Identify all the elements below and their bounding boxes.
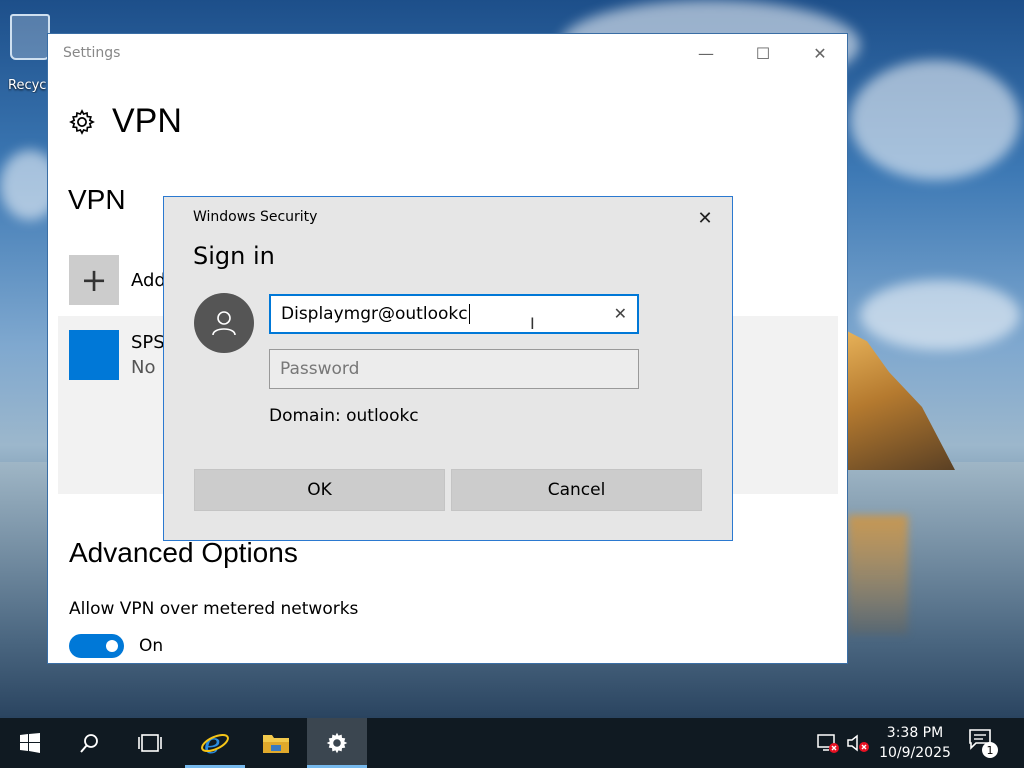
text-caret <box>468 304 470 324</box>
dialog-close-button[interactable]: ✕ <box>692 207 718 229</box>
dialog-heading: Sign in <box>193 242 275 270</box>
metered-networks-toggle[interactable] <box>69 634 124 658</box>
clear-text-icon[interactable]: ✕ <box>614 304 627 323</box>
clock-time: 3:38 PM <box>886 725 944 741</box>
user-avatar-icon <box>194 293 254 353</box>
settings-gear-icon <box>326 732 348 754</box>
desktop-reflection <box>848 515 908 635</box>
action-center-button[interactable]: 1 <box>968 728 998 758</box>
minimize-button[interactable]: — <box>678 34 734 72</box>
toggle-knob <box>106 640 118 652</box>
ibeam-cursor-icon: I <box>530 314 535 333</box>
windows-security-dialog: Windows Security ✕ Sign in Displaymgr@ou… <box>163 196 733 541</box>
page-title: VPN <box>112 102 182 140</box>
desktop-cloud <box>860 280 1020 350</box>
recycle-bin-icon <box>10 14 50 60</box>
username-input[interactable]: Displaymgr@outlookc I ✕ <box>269 294 639 334</box>
window-title: Settings <box>63 45 121 61</box>
advanced-options-title: Advanced Options <box>69 537 298 568</box>
internet-explorer-icon: e <box>201 728 229 758</box>
windows-logo-icon <box>20 733 40 753</box>
dialog-title: Windows Security <box>193 209 318 225</box>
close-icon: ✕ <box>697 207 713 229</box>
recycle-bin-label: Recyc <box>8 78 47 93</box>
metered-toggle-state: On <box>139 636 164 656</box>
vpn-connection-name: SPS <box>131 332 165 353</box>
network-status-icon[interactable] <box>815 718 841 768</box>
minimize-icon: — <box>698 43 714 63</box>
desktop-rock <box>845 330 955 470</box>
metered-toggle-row: On <box>69 634 163 658</box>
svg-text:e: e <box>204 728 221 758</box>
volume-muted-icon[interactable] <box>845 718 871 768</box>
clock-date: 10/9/2025 <box>879 745 951 761</box>
notification-count-badge: 1 <box>982 742 998 758</box>
password-placeholder: Password <box>280 359 360 379</box>
vpn-connection-item[interactable]: SPS No <box>69 330 165 380</box>
username-value: Displaymgr@outlookc <box>281 304 468 324</box>
edge-taskbar-button[interactable]: e <box>185 718 245 768</box>
desktop-cloud <box>850 60 1020 180</box>
taskbar: e 3:38 PM 10/9/2025 1 <box>0 718 1024 768</box>
vpn-connection-icon <box>69 330 119 380</box>
maximize-icon: ☐ <box>755 43 771 63</box>
person-icon <box>212 311 236 336</box>
section-title: VPN <box>68 184 126 215</box>
file-explorer-button[interactable] <box>246 718 306 768</box>
settings-titlebar[interactable]: Settings — ☐ ✕ <box>48 34 847 72</box>
vpn-connection-status: No <box>131 357 156 378</box>
taskbar-clock[interactable]: 3:38 PM 10/9/2025 <box>870 723 960 763</box>
settings-taskbar-button[interactable] <box>307 718 367 768</box>
ok-button[interactable]: OK <box>194 469 445 511</box>
metered-networks-label: Allow VPN over metered networks <box>69 599 359 619</box>
folder-icon <box>263 735 289 753</box>
start-button[interactable] <box>0 718 60 768</box>
search-button[interactable] <box>60 718 120 768</box>
task-view-button[interactable] <box>120 718 180 768</box>
plus-icon: + <box>69 255 119 305</box>
search-icon <box>80 734 98 753</box>
password-input[interactable]: Password <box>269 349 639 389</box>
cancel-button[interactable]: Cancel <box>451 469 702 511</box>
domain-label: Domain: outlookc <box>269 406 419 426</box>
maximize-button[interactable]: ☐ <box>735 34 791 72</box>
page-header: VPN <box>68 102 182 141</box>
add-vpn-button[interactable]: + Add <box>69 255 166 305</box>
add-vpn-label: Add <box>131 269 166 291</box>
recycle-bin-shortcut[interactable]: Recyc <box>8 10 52 100</box>
task-view-icon <box>138 734 162 752</box>
gear-icon <box>69 108 95 135</box>
close-icon: ✕ <box>813 43 827 63</box>
close-button[interactable]: ✕ <box>792 34 847 72</box>
